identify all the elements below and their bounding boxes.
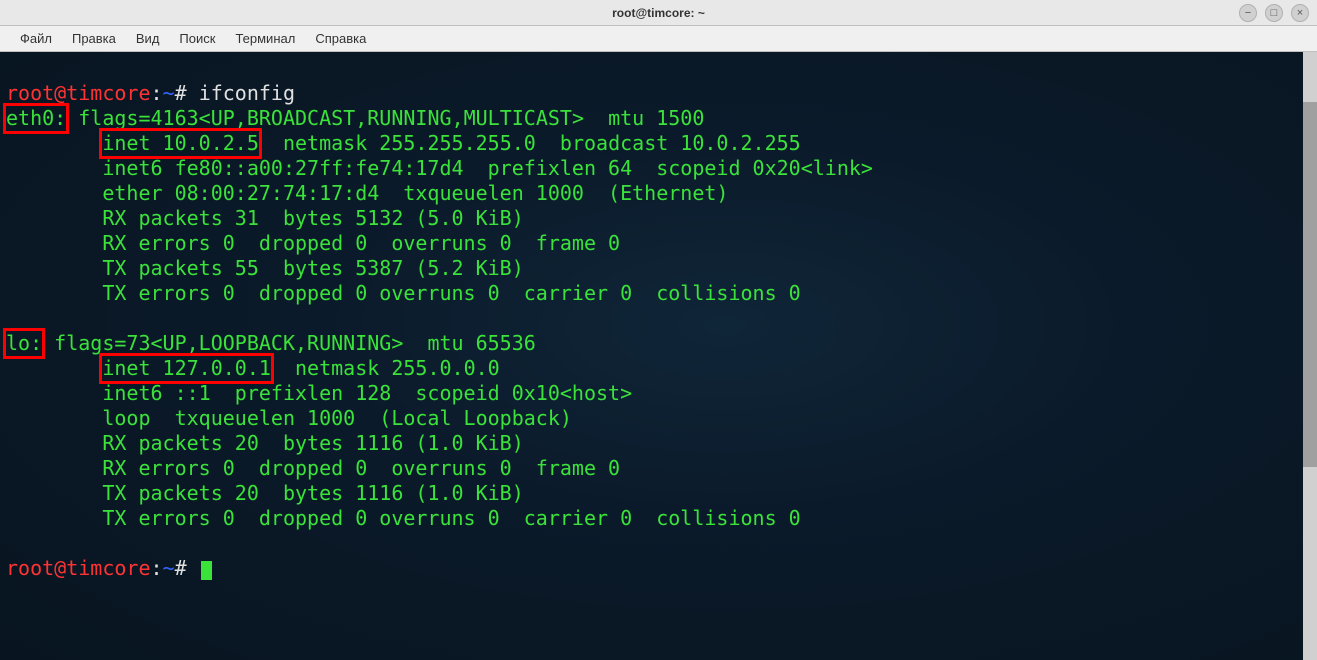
eth0-inet-rest: netmask 255.255.255.0 broadcast 10.0.2.2… [259,131,801,155]
lo-loop: loop txqueuelen 1000 (Local Loopback) [6,406,572,430]
eth0-inet6: inet6 fe80::a00:27ff:fe74:17d4 prefixlen… [6,156,873,180]
lo-rx-errors: RX errors 0 dropped 0 overruns 0 frame 0 [6,456,620,480]
lo-tx-packets: TX packets 20 bytes 1116 (1.0 KiB) [6,481,524,505]
highlight-eth0-inet: inet 10.0.2.5 [99,128,262,159]
maximize-button[interactable]: □ [1265,4,1283,22]
prompt-user-host-2: root@timcore [6,556,151,580]
highlight-lo-inet: inet 127.0.0.1 [99,353,274,384]
eth0-ether: ether 08:00:27:74:17:d4 txqueuelen 1000 … [6,181,728,205]
prompt-symbol: # [175,81,187,105]
menu-file[interactable]: Файл [10,27,62,50]
window-titlebar: root@timcore: ~ − □ × [0,0,1317,26]
highlight-lo-iface: lo: [3,328,45,359]
indent [6,131,102,155]
terminal-area[interactable]: root@timcore:~# ifconfig eth0: flags=416… [0,52,1317,660]
prompt-path-2: ~ [163,556,175,580]
menu-search[interactable]: Поиск [169,27,225,50]
menu-bar: Файл Правка Вид Поиск Терминал Справка [0,26,1317,52]
command-text: ifconfig [199,81,295,105]
scrollbar[interactable] [1303,52,1317,660]
prompt-symbol-2: # [175,556,187,580]
menu-terminal[interactable]: Терминал [225,27,305,50]
prompt-user-host: root@timcore [6,81,151,105]
highlight-eth0-iface: eth0: [3,103,69,134]
eth0-iface: eth0: [6,106,66,130]
minimize-button[interactable]: − [1239,4,1257,22]
menu-help[interactable]: Справка [305,27,376,50]
eth0-tx-errors: TX errors 0 dropped 0 overruns 0 carrier… [6,281,801,305]
window-controls: − □ × [1239,4,1309,22]
prompt-sep-2: : [151,556,163,580]
lo-flags: flags=73<UP,LOOPBACK,RUNNING> mtu 65536 [42,331,536,355]
lo-inet: inet 127.0.0.1 [102,356,271,380]
lo-inet-rest: netmask 255.0.0.0 [271,356,500,380]
lo-tx-errors: TX errors 0 dropped 0 overruns 0 carrier… [6,506,801,530]
menu-edit[interactable]: Правка [62,27,126,50]
lo-inet6: inet6 ::1 prefixlen 128 scopeid 0x10<hos… [6,381,632,405]
eth0-flags: flags=4163<UP,BROADCAST,RUNNING,MULTICAS… [66,106,704,130]
window-title: root@timcore: ~ [612,6,705,20]
scrollbar-thumb[interactable] [1303,102,1317,467]
prompt-sep: : [151,81,163,105]
close-button[interactable]: × [1291,4,1309,22]
cursor-icon [201,561,212,580]
eth0-rx-packets: RX packets 31 bytes 5132 (5.0 KiB) [6,206,524,230]
lo-rx-packets: RX packets 20 bytes 1116 (1.0 KiB) [6,431,524,455]
lo-iface: lo: [6,331,42,355]
indent [6,356,102,380]
eth0-inet: inet 10.0.2.5 [102,131,259,155]
eth0-tx-packets: TX packets 55 bytes 5387 (5.2 KiB) [6,256,524,280]
eth0-rx-errors: RX errors 0 dropped 0 overruns 0 frame 0 [6,231,620,255]
menu-view[interactable]: Вид [126,27,170,50]
prompt-path: ~ [163,81,175,105]
